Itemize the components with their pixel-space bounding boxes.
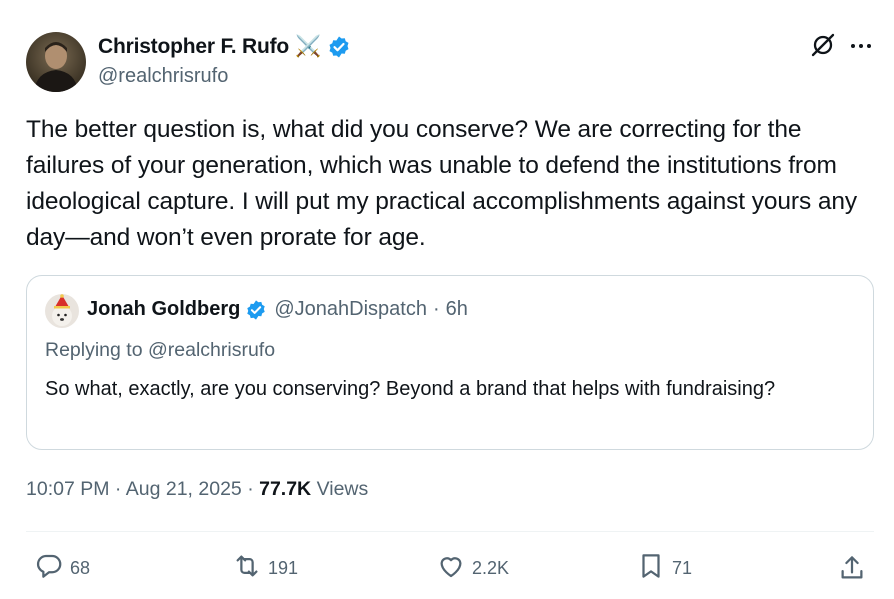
author-name[interactable]: Christopher F. Rufo	[98, 35, 289, 59]
share-icon	[837, 556, 867, 587]
reply-icon	[34, 551, 64, 586]
tweet-meta: 10:07 PM · Aug 21, 2025 · 77.7K Views	[26, 478, 368, 501]
quote-replying-line: Replying to @realchrisrufo	[45, 339, 275, 362]
quote-text: So what, exactly, are you conserving? Be…	[45, 378, 776, 400]
like-button[interactable]: 2.2K	[436, 553, 509, 583]
author-handle[interactable]: @realchrisrufo	[98, 65, 228, 88]
repost-button[interactable]: 191	[232, 553, 298, 583]
reply-button[interactable]: 68	[34, 553, 90, 583]
crossed-swords-icon: ⚔️	[295, 35, 322, 58]
separator-dot: ·	[247, 478, 260, 500]
bookmark-button[interactable]: 71	[636, 553, 692, 583]
quote-author-name[interactable]: Jonah Goldberg	[87, 298, 240, 321]
separator-dot: ·	[114, 478, 126, 500]
tweet-text: The better question is, what did you con…	[26, 116, 858, 251]
replying-prefix: Replying to	[45, 339, 143, 361]
share-button[interactable]	[837, 553, 867, 583]
repost-icon	[232, 551, 262, 586]
tweet: Christopher F. Rufo ⚔️ @realchrisrufo Th…	[0, 0, 894, 599]
bookmark-count: 71	[672, 557, 693, 578]
more-icon[interactable]	[848, 33, 874, 59]
reply-count: 68	[70, 557, 91, 578]
quote-author-handle[interactable]: @JonahDispatch	[274, 298, 427, 321]
author-avatar[interactable]	[26, 32, 86, 92]
tweet-date[interactable]: Aug 21, 2025	[126, 478, 242, 500]
tweet-time[interactable]: 10:07 PM	[26, 478, 109, 500]
verified-badge-icon	[245, 299, 267, 321]
quote-header: Jonah Goldberg @JonahDispatch · 6h	[87, 298, 468, 321]
author-name-row: Christopher F. Rufo ⚔️	[98, 32, 351, 62]
views-count[interactable]: 77.7K	[259, 478, 311, 500]
grok-icon[interactable]	[810, 32, 836, 58]
like-count: 2.2K	[472, 557, 510, 578]
separator-dot: ·	[432, 298, 440, 320]
quote-age: 6h	[445, 298, 468, 320]
heart-icon	[436, 551, 466, 586]
quote-author-avatar[interactable]	[45, 294, 79, 328]
verified-badge-icon	[327, 35, 351, 59]
divider	[26, 531, 874, 532]
quoted-tweet[interactable]: Jonah Goldberg @JonahDispatch · 6h Reply…	[26, 275, 874, 450]
bookmark-icon	[636, 551, 666, 586]
views-label: Views	[316, 478, 369, 500]
repost-count: 191	[268, 557, 299, 578]
replying-mention[interactable]: @realchrisrufo	[148, 339, 275, 361]
